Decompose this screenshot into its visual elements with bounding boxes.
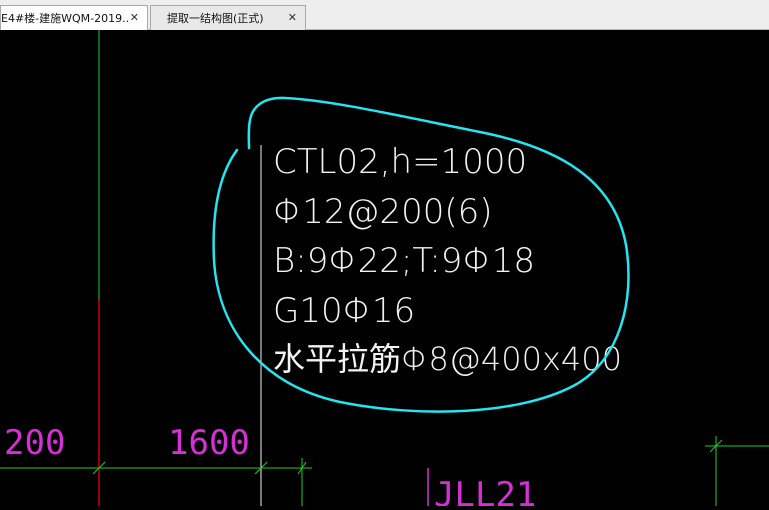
dimension-text-200: 200 — [4, 423, 65, 463]
tab-structure-drawing[interactable]: 提取一结构图(正式) ✕ — [150, 5, 306, 30]
cad-canvas[interactable]: 200 1600 JLL21 CTL02,h=1000 Φ12@200(6) B… — [0, 30, 769, 510]
beam-annotation: CTL02,h=1000 Φ12@200(6) B:9Φ22;T:9Φ18 G1… — [273, 142, 622, 378]
tab-label: 提取一结构图(正式) — [167, 12, 264, 25]
annotation-line-5: 水平拉筋Φ8@400x400 — [273, 340, 622, 378]
annotation-line-2: Φ12@200(6) — [273, 192, 493, 232]
annotation-line-1: CTL02,h=1000 — [273, 142, 527, 182]
dimension-text-1600: 1600 — [168, 423, 250, 463]
cad-drawing: 200 1600 JLL21 CTL02,h=1000 Φ12@200(6) B… — [0, 30, 769, 510]
beam-label: JLL21 — [434, 475, 536, 506]
annotation-line-4: G10Φ16 — [273, 291, 415, 331]
tab-bar: E4#楼-建施WQM-2019.… ✕ 提取一结构图(正式) ✕ — [0, 0, 769, 30]
annotation-line-3: B:9Φ22;T:9Φ18 — [273, 241, 535, 281]
close-icon[interactable]: ✕ — [130, 11, 139, 24]
tab-label: E4#楼-建施WQM-2019.… — [1, 12, 129, 25]
close-icon[interactable]: ✕ — [288, 11, 297, 24]
tab-drawing-e4[interactable]: E4#楼-建施WQM-2019.… ✕ — [0, 5, 148, 30]
